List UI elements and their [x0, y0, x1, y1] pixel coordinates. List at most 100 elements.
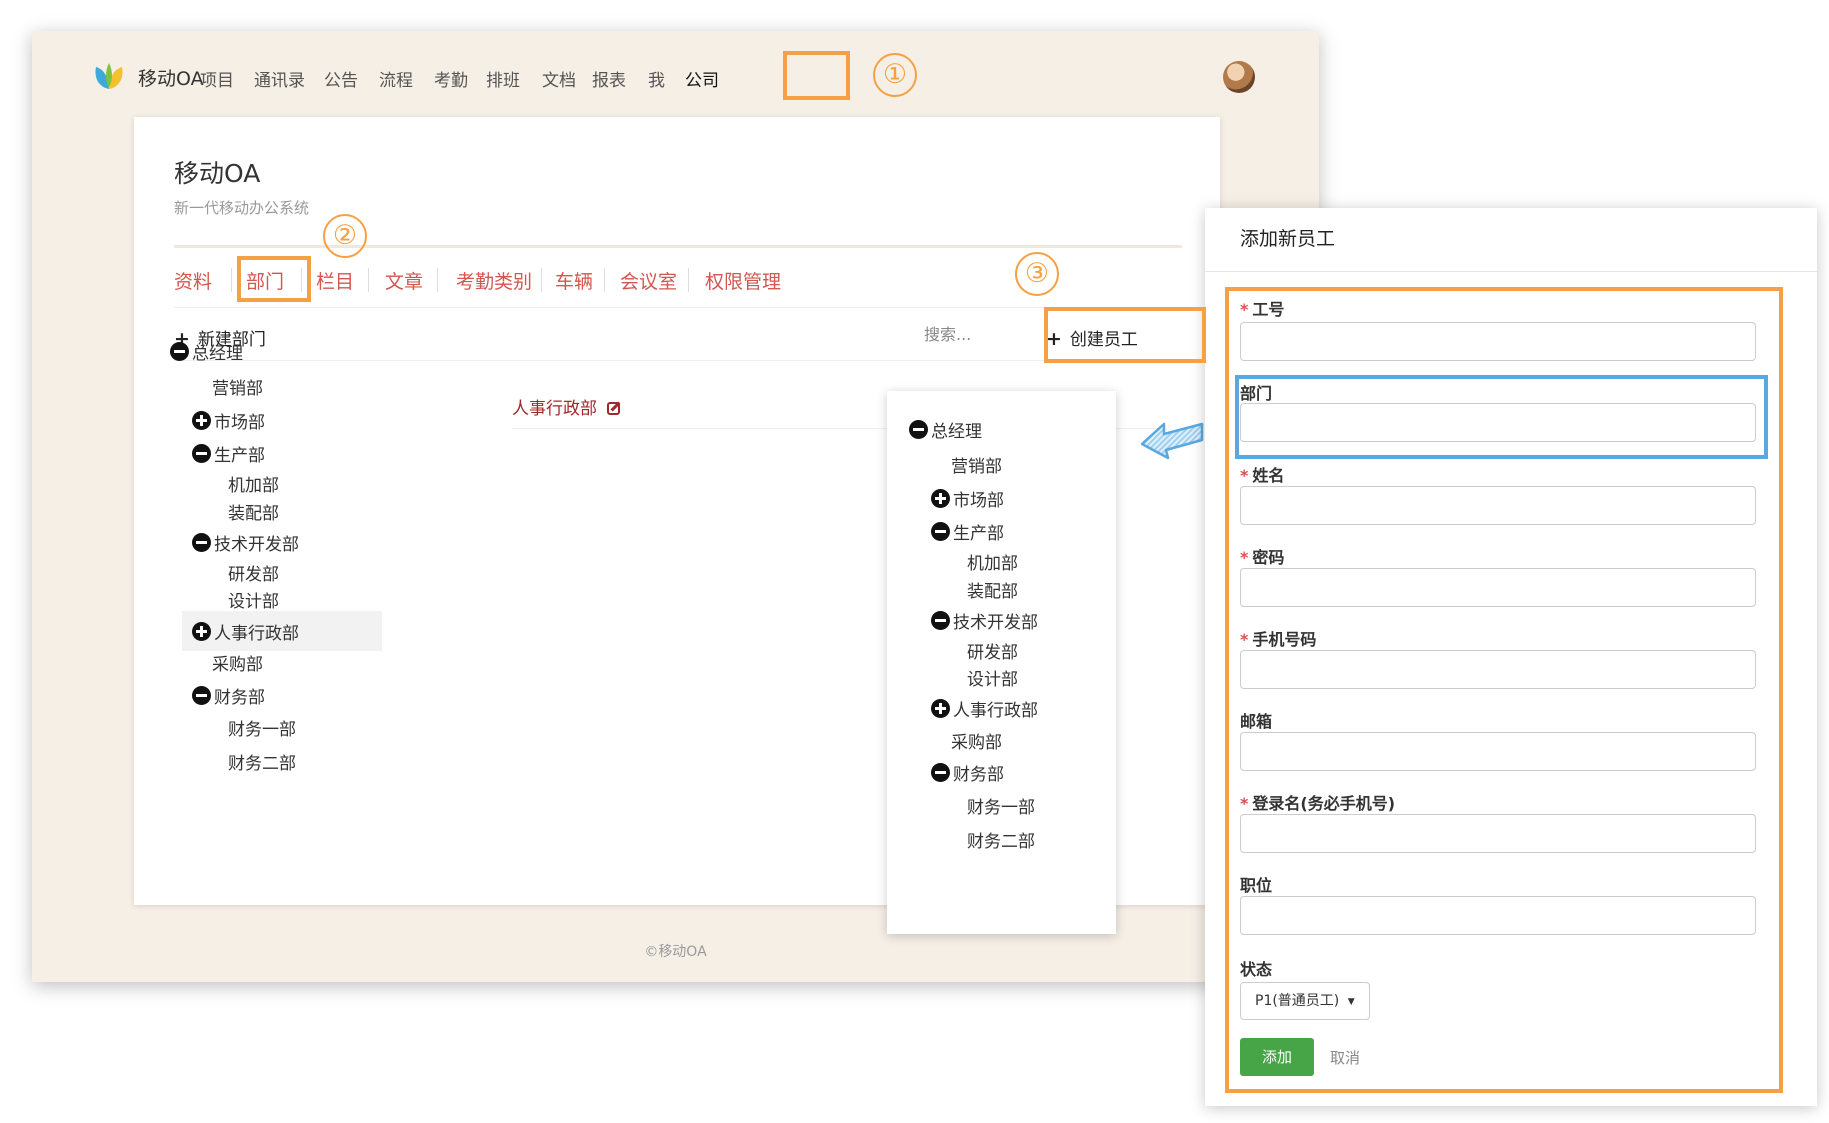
tree-item-machining[interactable]: 机加部 — [228, 471, 279, 496]
nav-item-me[interactable]: 我 — [648, 66, 665, 91]
expand-icon[interactable] — [931, 489, 950, 508]
highlight-departments-tab — [237, 256, 311, 302]
tree-item-gm[interactable]: 总经理 — [170, 339, 243, 364]
nav-item-workflow[interactable]: 流程 — [379, 66, 413, 91]
tree-item-purchasing[interactable]: 采购部 — [212, 650, 263, 675]
expand-icon[interactable] — [192, 411, 211, 430]
tab-meeting-rooms[interactable]: 会议室 — [620, 267, 677, 294]
nav-item-contacts[interactable]: 通讯录 — [254, 66, 305, 91]
tab-divider — [604, 268, 605, 292]
tree-label: 营销部 — [212, 379, 263, 399]
tree-label: 生产部 — [953, 524, 1004, 544]
tree-label: 研发部 — [228, 565, 279, 585]
nav-item-announcements[interactable]: 公告 — [324, 66, 358, 91]
tree-item-tech-dev[interactable]: 技术开发部 — [192, 530, 299, 555]
app-logo-icon — [95, 63, 123, 89]
avatar[interactable] — [1223, 61, 1255, 93]
tree-item-sales[interactable]: 营销部 — [951, 452, 1002, 477]
brand-name[interactable]: 移动OA — [138, 64, 204, 91]
tree-label: 总经理 — [192, 344, 243, 364]
tree-item-hr-admin[interactable]: 人事行政部 — [931, 696, 1038, 721]
page-title: 移动OA — [174, 159, 261, 188]
collapse-icon[interactable] — [192, 444, 211, 463]
department-detail-title: 人事行政部 — [512, 394, 620, 419]
tab-permissions[interactable]: 权限管理 — [705, 267, 781, 294]
tree-item-purchasing[interactable]: 采购部 — [951, 728, 1002, 753]
tree-item-finance-1[interactable]: 财务一部 — [967, 793, 1035, 818]
tree-label: 财务部 — [214, 688, 265, 708]
tree-item-finance-2[interactable]: 财务二部 — [228, 749, 296, 774]
app-window: 移动OA 项目 通讯录 公告 流程 考勤 排班 文档 报表 我 公司 移动OA … — [32, 31, 1319, 982]
tree-label: 总经理 — [931, 422, 982, 442]
expand-icon[interactable] — [192, 621, 211, 641]
tree-label: 市场部 — [214, 413, 265, 433]
tab-vehicles[interactable]: 车辆 — [555, 267, 593, 294]
collapse-icon[interactable] — [909, 420, 928, 439]
nav-item-projects[interactable]: 项目 — [200, 66, 234, 91]
highlight-create-employee — [1044, 307, 1206, 363]
search-input[interactable] — [924, 325, 1014, 344]
nav-item-documents[interactable]: 文档 — [542, 66, 576, 91]
tree-item-assembly[interactable]: 装配部 — [228, 499, 279, 524]
tree-item-assembly[interactable]: 装配部 — [967, 577, 1018, 602]
tree-item-finance[interactable]: 财务部 — [192, 683, 265, 708]
nav-item-schedule[interactable]: 排班 — [486, 66, 520, 91]
tree-item-finance-2[interactable]: 财务二部 — [967, 827, 1035, 852]
tree-item-design[interactable]: 设计部 — [967, 665, 1018, 690]
tree-item-gm[interactable]: 总经理 — [909, 417, 982, 442]
collapse-icon[interactable] — [931, 611, 950, 630]
tree-label: 财务一部 — [228, 720, 296, 740]
tree-item-marketing[interactable]: 市场部 — [192, 408, 265, 433]
tree-label: 人事行政部 — [953, 701, 1038, 721]
expand-icon[interactable] — [931, 699, 950, 718]
tree-label: 营销部 — [951, 457, 1002, 477]
collapse-icon[interactable] — [192, 533, 211, 552]
tree-item-finance[interactable]: 财务部 — [931, 760, 1004, 785]
step-marker-3: ③ — [1015, 252, 1059, 296]
tree-item-sales[interactable]: 营销部 — [212, 374, 263, 399]
tab-attendance-types[interactable]: 考勤类别 — [456, 267, 532, 294]
collapse-icon[interactable] — [192, 686, 211, 705]
collapse-icon[interactable] — [931, 522, 950, 541]
toolbar-divider — [174, 360, 1182, 361]
tree-label: 技术开发部 — [953, 613, 1038, 633]
top-navbar: 移动OA 项目 通讯录 公告 流程 考勤 排班 文档 报表 我 公司 — [32, 31, 1319, 121]
tree-item-marketing[interactable]: 市场部 — [931, 486, 1004, 511]
panel-title: 添加新员工 — [1240, 228, 1336, 250]
nav-item-company[interactable]: 公司 — [685, 66, 719, 91]
tab-articles[interactable]: 文章 — [385, 267, 423, 294]
tree-label: 财务一部 — [967, 798, 1035, 818]
highlight-department-field — [1235, 375, 1768, 459]
tab-divider — [368, 268, 369, 292]
tabs-divider — [174, 307, 1182, 308]
department-name: 人事行政部 — [512, 399, 597, 419]
department-picker-popup: 总经理 营销部 市场部 生产部 机加部 装配部 技术开发部 研发部 设计部 人事… — [887, 391, 1116, 934]
tree-label: 装配部 — [967, 582, 1018, 602]
collapse-icon[interactable] — [931, 763, 950, 782]
nav-item-reports[interactable]: 报表 — [592, 66, 626, 91]
tree-item-rnd[interactable]: 研发部 — [967, 638, 1018, 663]
tab-columns[interactable]: 栏目 — [316, 267, 354, 294]
tree-label: 设计部 — [228, 592, 279, 612]
tree-item-hr-admin[interactable]: 人事行政部 — [182, 611, 382, 651]
tree-item-rnd[interactable]: 研发部 — [228, 560, 279, 585]
tab-profile[interactable]: 资料 — [174, 267, 212, 294]
tree-item-design[interactable]: 设计部 — [228, 587, 279, 612]
nav-item-attendance[interactable]: 考勤 — [434, 66, 468, 91]
tree-label: 财务二部 — [967, 832, 1035, 852]
step-marker-2: ② — [323, 214, 367, 258]
tab-divider — [231, 268, 232, 292]
tree-label: 技术开发部 — [214, 535, 299, 555]
arrow-left-icon — [1140, 422, 1204, 460]
step-marker-1: ① — [873, 53, 917, 97]
tree-item-production[interactable]: 生产部 — [192, 441, 265, 466]
tree-label: 采购部 — [212, 655, 263, 675]
collapse-icon[interactable] — [170, 342, 189, 361]
tree-item-tech-dev[interactable]: 技术开发部 — [931, 608, 1038, 633]
panel-divider — [1205, 271, 1817, 272]
tree-item-machining[interactable]: 机加部 — [967, 549, 1018, 574]
tree-item-production[interactable]: 生产部 — [931, 519, 1004, 544]
tree-item-finance-1[interactable]: 财务一部 — [228, 715, 296, 740]
highlight-company-nav — [783, 51, 850, 100]
edit-icon[interactable] — [607, 402, 620, 415]
